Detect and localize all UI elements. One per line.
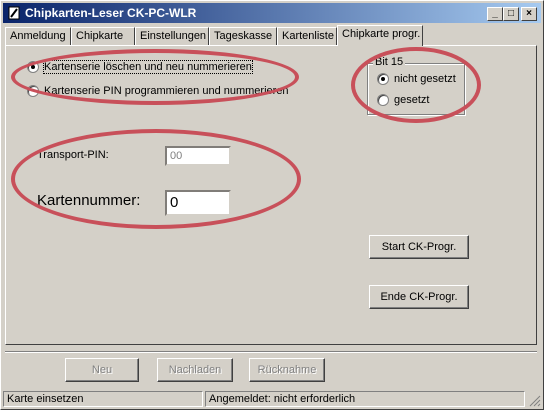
tab-anmeldung[interactable]: Anmeldung: [5, 27, 71, 45]
tab-chipkarte[interactable]: Chipkarte: [71, 27, 135, 45]
tab-tageskasse[interactable]: Tageskasse: [209, 27, 277, 45]
radio-gesetzt[interactable]: gesetzt: [377, 94, 429, 106]
tab-kartenliste[interactable]: Kartenliste: [277, 27, 337, 45]
pen-icon: [8, 6, 20, 20]
radio-indicator[interactable]: [377, 94, 389, 106]
radio-indicator[interactable]: [27, 61, 39, 73]
neu-button[interactable]: Neu: [65, 358, 139, 382]
radio-indicator[interactable]: [377, 73, 389, 85]
ruecknahme-button[interactable]: Rücknahme: [249, 358, 325, 382]
kartennummer-label: Kartennummer:: [37, 192, 141, 209]
minimize-button[interactable]: _: [487, 7, 503, 21]
bit15-legend: Bit 15: [373, 56, 406, 68]
ende-ck-progr-button[interactable]: Ende CK-Progr.: [369, 285, 469, 309]
status-left: Karte einsetzen: [3, 391, 203, 407]
transport-pin-input[interactable]: 00: [165, 146, 231, 166]
window-title: Chipkarten-Leser CK-PC-WLR: [25, 6, 197, 20]
main-window: Chipkarten-Leser CK-PC-WLR _ □ × Anmeldu…: [0, 0, 544, 410]
title-bar[interactable]: Chipkarten-Leser CK-PC-WLR _ □ ×: [3, 3, 541, 23]
kartennummer-input[interactable]: 0: [165, 190, 231, 216]
radio-pin-programmieren[interactable]: Kartenserie PIN programmieren und nummer…: [27, 85, 289, 97]
nachladen-button[interactable]: Nachladen: [157, 358, 233, 382]
maximize-button[interactable]: □: [503, 7, 519, 21]
radio-label: nicht gesetzt: [394, 73, 456, 85]
radio-label: gesetzt: [394, 94, 430, 106]
radio-nicht-gesetzt[interactable]: nicht gesetzt: [377, 73, 456, 85]
resize-grip-icon[interactable]: [527, 393, 541, 407]
radio-kartenserie-loeschen[interactable]: Kartenserie löschen und neu nummerieren: [27, 60, 253, 74]
radio-label: Kartenserie PIN programmieren und nummer…: [44, 85, 289, 97]
bit15-groupbox: [367, 63, 465, 115]
start-ck-progr-button[interactable]: Start CK-Progr.: [369, 235, 469, 259]
radio-label: Kartenserie löschen und neu nummerieren: [43, 60, 253, 74]
tab-chipkarte-progr[interactable]: Chipkarte progr.: [337, 25, 423, 46]
close-button[interactable]: ×: [521, 7, 537, 21]
radio-indicator[interactable]: [27, 85, 39, 97]
status-right: Angemeldet: nicht erforderlich: [205, 391, 525, 407]
transport-pin-label: Transport-PIN:: [37, 149, 109, 161]
tab-einstellungen[interactable]: Einstellungen: [135, 27, 209, 45]
